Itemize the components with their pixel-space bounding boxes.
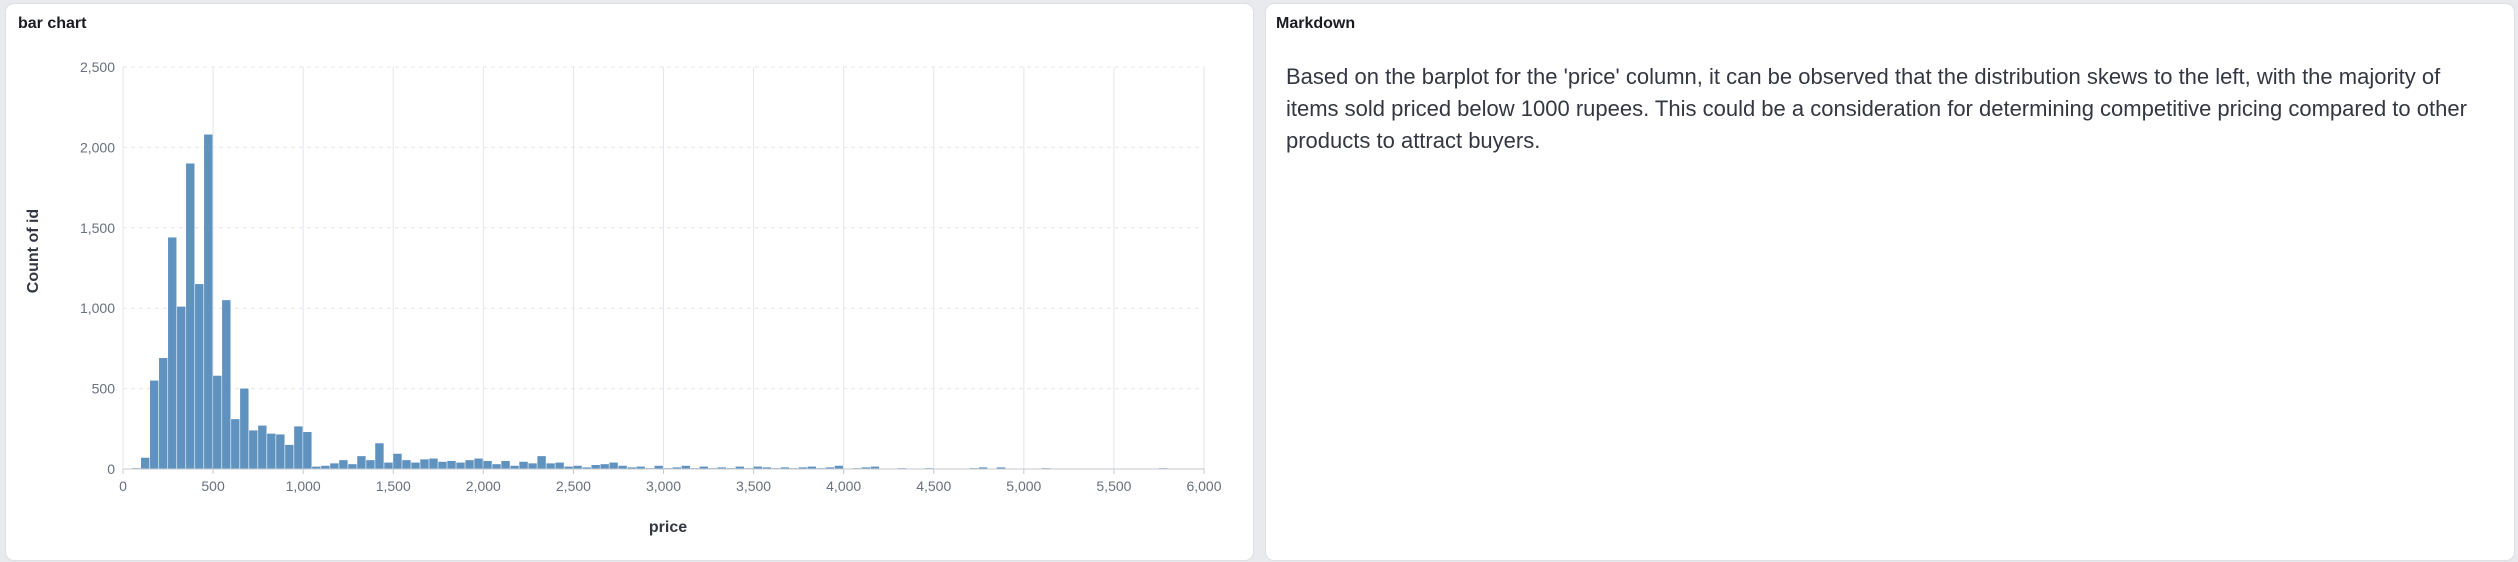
histogram-bar[interactable]	[150, 380, 159, 469]
histogram-bar[interactable]	[474, 458, 483, 469]
x-tick-label: 4,500	[916, 478, 951, 494]
chart-bars	[132, 134, 1168, 470]
histogram-bar[interactable]	[357, 456, 366, 469]
histogram-bar[interactable]	[447, 460, 456, 469]
histogram-bar[interactable]	[168, 237, 177, 469]
chart-gridlines	[122, 66, 1205, 469]
histogram-bar[interactable]	[303, 432, 312, 469]
x-tick-label: 3,000	[646, 478, 681, 494]
histogram-bar[interactable]	[177, 306, 186, 469]
x-axis-title: price	[649, 519, 687, 536]
markdown-panel: Markdown Based on the barplot for the 'p…	[1266, 4, 2514, 560]
histogram-bar[interactable]	[438, 461, 447, 469]
histogram-bar[interactable]	[537, 456, 546, 469]
x-tick-label: 2,500	[556, 478, 591, 494]
histogram-bar[interactable]	[249, 430, 258, 469]
histogram-bar[interactable]	[420, 459, 429, 469]
histogram-bar[interactable]	[339, 460, 348, 469]
histogram-bar[interactable]	[186, 163, 195, 470]
x-tick-label: 1,500	[376, 478, 411, 494]
histogram-bar[interactable]	[195, 284, 204, 469]
x-tick-label: 5,500	[1096, 478, 1131, 494]
histogram-bar[interactable]	[546, 463, 555, 469]
histogram-bar[interactable]	[591, 464, 600, 469]
markdown-text: Based on the barplot for the 'price' col…	[1286, 64, 2467, 153]
y-axis-title: Count of id	[25, 209, 42, 293]
histogram-bar[interactable]	[609, 462, 618, 469]
histogram-bar[interactable]	[276, 434, 285, 469]
x-tick-label: 3,500	[736, 478, 771, 494]
histogram-bar[interactable]	[519, 461, 528, 469]
histogram-bar[interactable]	[384, 462, 393, 469]
histogram-bar[interactable]	[231, 419, 240, 469]
x-tick-label: 2,000	[466, 478, 501, 494]
histogram-bar[interactable]	[366, 460, 375, 469]
x-tick-label: 1,000	[286, 478, 321, 494]
y-tick-label: 0	[107, 461, 115, 477]
x-tick-label: 500	[201, 478, 225, 494]
y-tick-label: 1,000	[80, 300, 115, 316]
histogram-bar[interactable]	[267, 433, 276, 469]
histogram-bar[interactable]	[159, 358, 168, 469]
histogram-bar[interactable]	[294, 426, 303, 469]
histogram-bar[interactable]	[492, 464, 501, 469]
histogram-bar[interactable]	[213, 375, 222, 469]
histogram-bar[interactable]	[402, 460, 411, 469]
histogram-bar[interactable]	[141, 457, 150, 469]
y-tick-label: 2,500	[80, 59, 115, 75]
y-tick-label: 500	[92, 381, 116, 397]
histogram-bar[interactable]	[483, 460, 492, 469]
x-tick-label: 0	[119, 478, 127, 494]
y-tick-label: 1,500	[80, 220, 115, 236]
histogram-bar[interactable]	[258, 425, 267, 469]
histogram-bar[interactable]	[465, 460, 474, 469]
markdown-panel-title: Markdown	[1276, 15, 1356, 32]
x-tick-label: 5,000	[1006, 478, 1041, 494]
chart-panel: bar chart 0 500 1,000 1,500 2,000 2,500 3,000 3…	[6, 4, 1253, 560]
histogram-bar[interactable]	[222, 300, 231, 469]
histogram-bar[interactable]	[240, 388, 249, 469]
x-tick-label: 6,000	[1186, 478, 1221, 494]
histogram-bar[interactable]	[411, 462, 420, 469]
histogram-bar[interactable]	[393, 453, 402, 469]
histogram-bar[interactable]	[204, 134, 213, 469]
histogram-bar[interactable]	[429, 458, 438, 469]
y-tick-label: 2,000	[80, 139, 115, 155]
histogram-bar[interactable]	[600, 464, 609, 469]
histogram-bar[interactable]	[375, 443, 384, 469]
chart-axes: 0 500 1,000 1,500 2,000 2,500 3,000 3,500 4,000 4…	[80, 59, 1222, 494]
x-tick-label: 4,000	[826, 478, 861, 494]
histogram-bar[interactable]	[456, 462, 465, 469]
histogram-bar[interactable]	[555, 462, 564, 469]
histogram-bar[interactable]	[348, 464, 357, 469]
histogram-bar[interactable]	[330, 463, 339, 469]
histogram-bar[interactable]	[501, 460, 510, 469]
histogram-bar[interactable]	[528, 463, 537, 469]
histogram-bar[interactable]	[285, 444, 294, 469]
histogram-chart: 0 500 1,000 1,500 2,000 2,500 3,000 3,500 4,000 4…	[25, 59, 1222, 536]
